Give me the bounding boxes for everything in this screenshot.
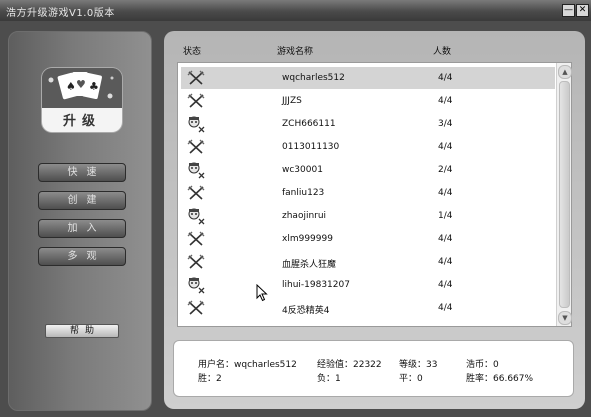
player-count: 4/4 [438, 280, 453, 290]
help-button[interactable]: 帮助 [45, 324, 119, 338]
watch-game-button[interactable]: 多观 [38, 247, 126, 266]
game-name: 0113011130 [282, 142, 340, 152]
title-bar: 浩方升级游戏V1.0版本 — ✕ [0, 0, 591, 21]
minimize-icon: — [564, 5, 573, 15]
player-count: 4/4 [438, 303, 453, 313]
losses-text: 负：1 [317, 374, 341, 384]
scrollbar-thumb[interactable] [559, 81, 570, 308]
table-row[interactable]: JJJZS 4/4 [181, 90, 555, 112]
player-count: 4/4 [438, 188, 453, 198]
player-count: 4/4 [438, 142, 453, 152]
user-info-panel: 用户名：wqcharles512 经验值：22322 等级：33 浩币：0 胜：… [173, 340, 574, 397]
wins-text: 胜：2 [198, 374, 222, 384]
table-row[interactable]: wqcharles512 4/4 [181, 67, 555, 89]
game-name: lihui-19831207 [282, 280, 350, 290]
close-button[interactable]: ✕ [576, 4, 589, 17]
game-name: fanliu123 [282, 188, 325, 198]
player-count: 4/4 [438, 234, 453, 244]
mouse-cursor-icon [256, 284, 268, 302]
player-count: 2/4 [438, 165, 453, 175]
level-text: 等级：33 [399, 360, 438, 370]
game-name: wqcharles512 [282, 73, 345, 83]
player-count: 1/4 [438, 211, 453, 221]
table-row[interactable]: wc30001 2/4 [181, 159, 555, 181]
main-frame: ♠ ♥ ♣ 升级 快速 创建 加入 多观 帮助 状态 游戏名称 人数 wqcha… [0, 21, 591, 417]
player-count: 3/4 [438, 119, 453, 129]
join-game-button[interactable]: 加入 [38, 219, 126, 238]
experience-text: 经验值：22322 [317, 360, 382, 370]
game-name: 血腥杀人狂魔 [282, 260, 337, 270]
game-name: ZCH666111 [282, 119, 336, 129]
game-name: wc30001 [282, 165, 323, 175]
column-header-name[interactable]: 游戏名称 [277, 44, 313, 57]
playing-cards-icon: ♠ ♥ ♣ [42, 68, 122, 108]
table-row[interactable]: 血腥杀人狂魔 4/4 [181, 251, 555, 273]
game-list-panel: 状态 游戏名称 人数 wqcharles512 4/4 JJJZS 4/4 ZCH666… [164, 31, 585, 409]
window-title: 浩方升级游戏V1.0版本 [6, 8, 115, 19]
game-name: 4反恐精英4 [282, 306, 330, 316]
table-row[interactable]: ZCH666111 3/4 [181, 113, 555, 135]
game-name: JJJZS [282, 96, 302, 106]
win-rate-text: 胜率：66.667% [466, 374, 534, 384]
create-game-button[interactable]: 创建 [38, 191, 126, 210]
player-count: 4/4 [438, 96, 453, 106]
table-row[interactable]: fanliu123 4/4 [181, 182, 555, 204]
table-row[interactable]: xlm999999 4/4 [181, 228, 555, 250]
table-row[interactable]: 0113011130 4/4 [181, 136, 555, 158]
vertical-scrollbar[interactable]: ▲ ▼ [556, 63, 572, 326]
table-row[interactable]: lihui-19831207 4/4 [181, 274, 555, 296]
scroll-down-icon[interactable]: ▼ [558, 311, 572, 325]
logo-label: 升级 [62, 114, 101, 129]
svg-text:♥: ♥ [76, 78, 86, 91]
player-count: 4/4 [438, 257, 453, 267]
left-sidebar: ♠ ♥ ♣ 升级 快速 创建 加入 多观 帮助 [8, 31, 152, 411]
game-name: xlm999999 [282, 234, 333, 244]
game-list: wqcharles512 4/4 JJJZS 4/4 ZCH666111 3/4 01130… [177, 62, 572, 327]
svg-text:♣: ♣ [89, 80, 99, 93]
coins-text: 浩币：0 [466, 360, 499, 370]
draws-text: 平：0 [399, 374, 423, 384]
minimize-button[interactable]: — [562, 4, 575, 17]
table-row[interactable]: zhaojinrui 1/4 [181, 205, 555, 227]
svg-text:♠: ♠ [66, 80, 76, 93]
quick-join-button[interactable]: 快速 [38, 163, 126, 182]
username-text: 用户名：wqcharles512 [198, 360, 297, 370]
table-row[interactable]: 4反恐精英4 4/4 [181, 297, 555, 319]
game-logo: ♠ ♥ ♣ 升级 [42, 68, 122, 132]
player-count: 4/4 [438, 73, 453, 83]
close-icon: ✕ [578, 5, 587, 15]
game-name: zhaojinrui [282, 211, 327, 221]
column-header-status[interactable]: 状态 [183, 44, 201, 57]
scroll-up-icon[interactable]: ▲ [558, 65, 572, 79]
column-header-players[interactable]: 人数 [433, 44, 451, 57]
